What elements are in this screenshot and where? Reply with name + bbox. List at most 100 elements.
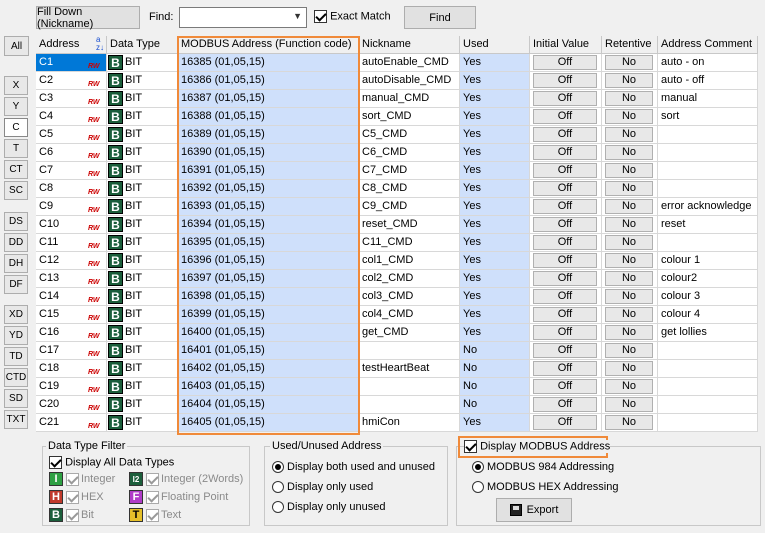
address-cell[interactable]: C17 RW: [36, 342, 107, 360]
nickname-cell[interactable]: C7_CMD: [359, 162, 460, 180]
table-row[interactable]: C2 RW B BIT 16386 (01,05,15) autoDisable_CMD Y…: [36, 72, 758, 90]
header-address-comment[interactable]: Address Comment: [658, 36, 758, 54]
retentive-toggle[interactable]: No: [605, 145, 653, 160]
address-comment-cell[interactable]: colour 4: [658, 306, 758, 324]
address-comment-cell[interactable]: auto - on: [658, 54, 758, 72]
export-button[interactable]: Export: [496, 498, 572, 522]
data-type-cell[interactable]: B BIT: [107, 72, 178, 90]
address-cell[interactable]: C1 RW: [36, 54, 107, 72]
initial-value-toggle[interactable]: Off: [533, 397, 597, 412]
filter-df-button[interactable]: DF: [4, 275, 28, 294]
data-type-cell[interactable]: B BIT: [107, 252, 178, 270]
initial-value-toggle[interactable]: Off: [533, 379, 597, 394]
filter-xd-button[interactable]: XD: [4, 305, 28, 324]
modbus-addressing-radio[interactable]: [472, 481, 484, 494]
nickname-cell[interactable]: [359, 378, 460, 396]
retentive-toggle[interactable]: No: [605, 325, 653, 340]
nickname-cell[interactable]: autoDisable_CMD: [359, 72, 460, 90]
table-row[interactable]: C16 RW B BIT 16400 (01,05,15) get_CMD Yes Off No…: [36, 324, 758, 342]
data-type-cell[interactable]: B BIT: [107, 216, 178, 234]
modbus-addressing-option[interactable]: MODBUS 984 Addressing: [472, 461, 614, 474]
nickname-cell[interactable]: C9_CMD: [359, 198, 460, 216]
used-filter-option[interactable]: Display only unused: [272, 501, 385, 514]
header-data-type[interactable]: Data Type: [107, 36, 178, 54]
address-cell[interactable]: C15 RW: [36, 306, 107, 324]
nickname-cell[interactable]: C8_CMD: [359, 180, 460, 198]
retentive-toggle[interactable]: No: [605, 127, 653, 142]
initial-value-toggle[interactable]: Off: [533, 73, 597, 88]
table-row[interactable]: C17 RW B BIT 16401 (01,05,15) No Off No: [36, 342, 758, 360]
filter-ctd-button[interactable]: CTD: [4, 368, 28, 387]
data-type-cell[interactable]: B BIT: [107, 108, 178, 126]
filter-all-button[interactable]: All: [4, 36, 29, 56]
table-row[interactable]: C9 RW B BIT 16393 (01,05,15) C9_CMD Yes Off No er…: [36, 198, 758, 216]
address-cell[interactable]: C10 RW: [36, 216, 107, 234]
address-comment-cell[interactable]: [658, 360, 758, 378]
nickname-cell[interactable]: sort_CMD: [359, 108, 460, 126]
table-row[interactable]: C5 RW B BIT 16389 (01,05,15) C5_CMD Yes Off No: [36, 126, 758, 144]
data-type-cell[interactable]: B BIT: [107, 234, 178, 252]
header-used[interactable]: Used: [460, 36, 530, 54]
table-row[interactable]: C6 RW B BIT 16390 (01,05,15) C6_CMD Yes Off No: [36, 144, 758, 162]
find-combobox[interactable]: ▼: [179, 7, 307, 28]
address-comment-cell[interactable]: colour 3: [658, 288, 758, 306]
data-type-cell[interactable]: B BIT: [107, 198, 178, 216]
modbus-addressing-option[interactable]: MODBUS HEX Addressing: [472, 481, 618, 494]
initial-value-toggle[interactable]: Off: [533, 127, 597, 142]
table-row[interactable]: C12 RW B BIT 16396 (01,05,15) col1_CMD Yes Off N…: [36, 252, 758, 270]
used-filter-option[interactable]: Display only used: [272, 481, 373, 494]
address-cell[interactable]: C11 RW: [36, 234, 107, 252]
table-row[interactable]: C20 RW B BIT 16404 (01,05,15) No Off No: [36, 396, 758, 414]
address-comment-cell[interactable]: [658, 342, 758, 360]
address-comment-cell[interactable]: reset: [658, 216, 758, 234]
nickname-cell[interactable]: hmiCon: [359, 414, 460, 432]
nickname-cell[interactable]: testHeartBeat: [359, 360, 460, 378]
display-modbus-checkbox[interactable]: [464, 440, 477, 453]
table-row[interactable]: C15 RW B BIT 16399 (01,05,15) col4_CMD Yes Off N…: [36, 306, 758, 324]
data-type-cell[interactable]: B BIT: [107, 324, 178, 342]
retentive-toggle[interactable]: No: [605, 181, 653, 196]
used-filter-radio[interactable]: [272, 481, 284, 494]
initial-value-toggle[interactable]: Off: [533, 55, 597, 70]
retentive-toggle[interactable]: No: [605, 217, 653, 232]
data-type-cell[interactable]: B BIT: [107, 360, 178, 378]
nickname-cell[interactable]: col3_CMD: [359, 288, 460, 306]
nickname-cell[interactable]: C11_CMD: [359, 234, 460, 252]
filter-ct-button[interactable]: CT: [4, 160, 28, 179]
filter-sd-button[interactable]: SD: [4, 389, 28, 408]
initial-value-toggle[interactable]: Off: [533, 361, 597, 376]
address-cell[interactable]: C5 RW: [36, 126, 107, 144]
nickname-cell[interactable]: [359, 396, 460, 414]
initial-value-toggle[interactable]: Off: [533, 343, 597, 358]
nickname-cell[interactable]: get_CMD: [359, 324, 460, 342]
initial-value-toggle[interactable]: Off: [533, 181, 597, 196]
header-nickname[interactable]: Nickname: [359, 36, 460, 54]
exact-match-checkbox[interactable]: [314, 10, 327, 23]
data-type-cell[interactable]: B BIT: [107, 378, 178, 396]
address-cell[interactable]: C8 RW: [36, 180, 107, 198]
initial-value-toggle[interactable]: Off: [533, 199, 597, 214]
header-retentive[interactable]: Retentive: [602, 36, 658, 54]
table-row[interactable]: C13 RW B BIT 16397 (01,05,15) col2_CMD Yes Off N…: [36, 270, 758, 288]
fill-down-button[interactable]: Fill Down (Nickname): [36, 6, 140, 30]
retentive-toggle[interactable]: No: [605, 289, 653, 304]
table-row[interactable]: C8 RW B BIT 16392 (01,05,15) C8_CMD Yes Off No: [36, 180, 758, 198]
address-comment-cell[interactable]: [658, 144, 758, 162]
nickname-cell[interactable]: reset_CMD: [359, 216, 460, 234]
initial-value-toggle[interactable]: Off: [533, 415, 597, 430]
retentive-toggle[interactable]: No: [605, 379, 653, 394]
initial-value-toggle[interactable]: Off: [533, 109, 597, 124]
table-row[interactable]: C19 RW B BIT 16403 (01,05,15) No Off No: [36, 378, 758, 396]
initial-value-toggle[interactable]: Off: [533, 91, 597, 106]
modbus-addressing-radio[interactable]: [472, 461, 484, 474]
display-modbus-option[interactable]: Display MODBUS Address: [464, 440, 611, 453]
filter-txt-button[interactable]: TXT: [4, 410, 28, 429]
table-row[interactable]: C14 RW B BIT 16398 (01,05,15) col3_CMD Yes Off N…: [36, 288, 758, 306]
data-type-cell[interactable]: B BIT: [107, 180, 178, 198]
retentive-toggle[interactable]: No: [605, 163, 653, 178]
used-filter-option[interactable]: Display both used and unused: [272, 461, 435, 474]
filter-yd-button[interactable]: YD: [4, 326, 28, 345]
header-initial-value[interactable]: Initial Value: [530, 36, 602, 54]
header-address[interactable]: Address a z↓: [36, 36, 107, 54]
address-comment-cell[interactable]: sort: [658, 108, 758, 126]
